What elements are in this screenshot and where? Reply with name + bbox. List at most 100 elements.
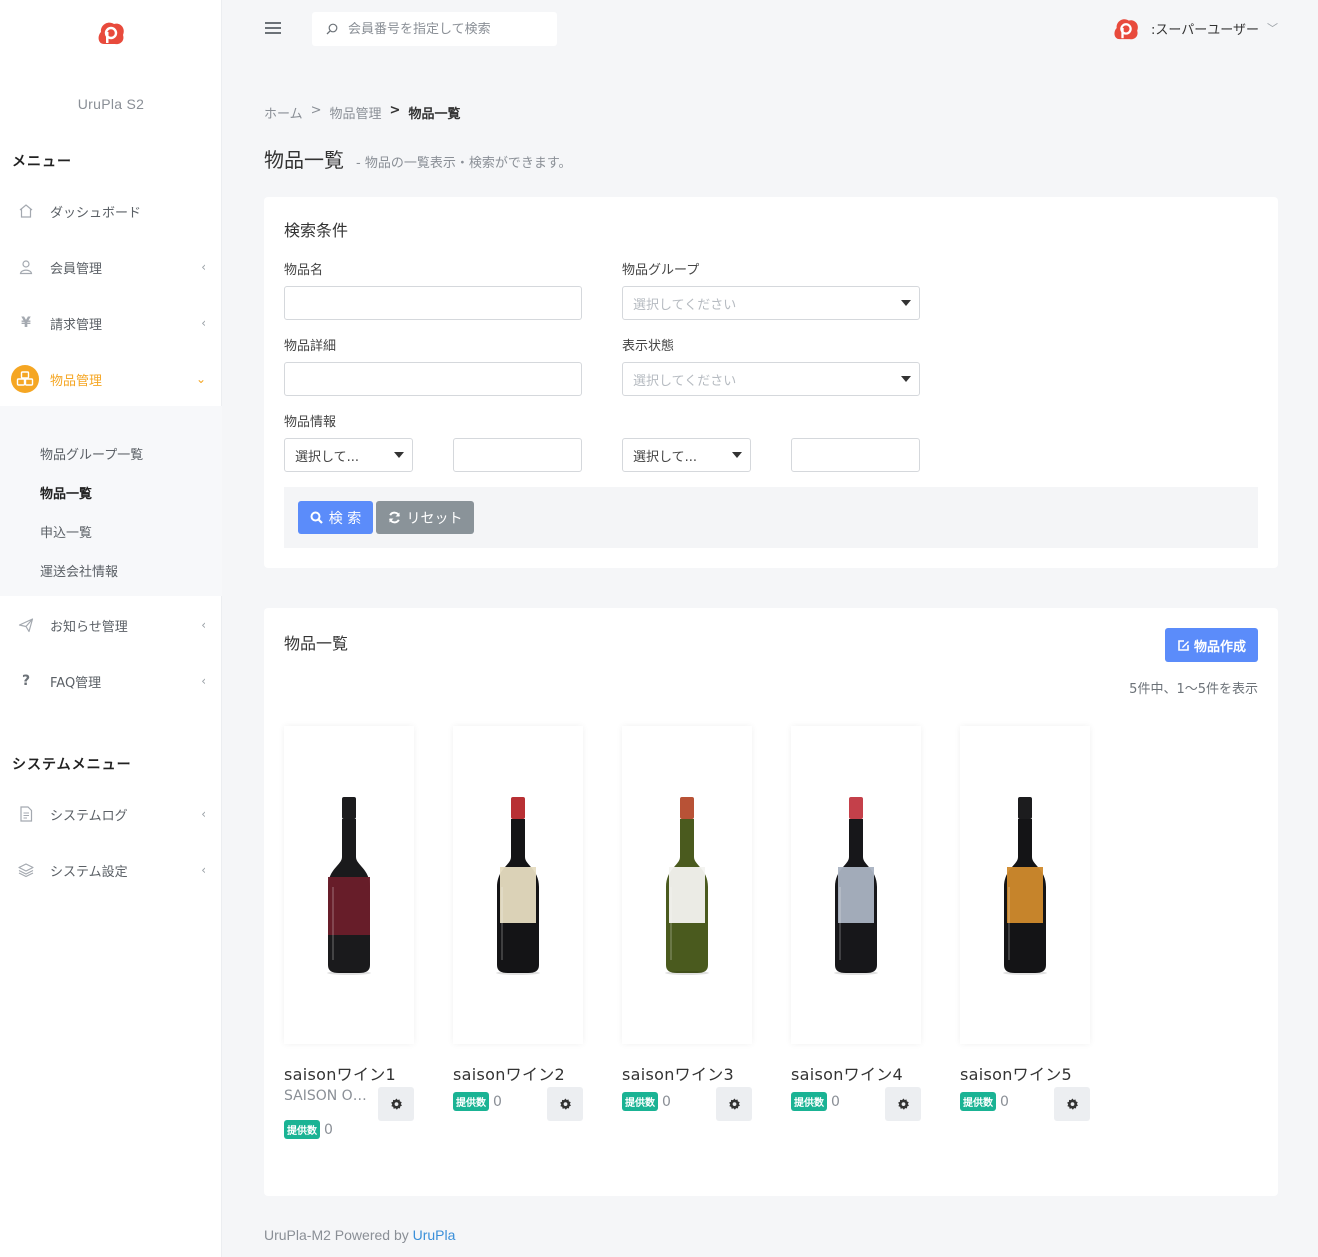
submenu-item-goods-list[interactable]: 物品一覧 [40,483,92,502]
sidebar-item-faq[interactable]: ? FAQ管理 ‹ [0,655,222,707]
display-status-select[interactable]: 選択してください [622,362,920,396]
sidebar-item-dashboard[interactable]: ダッシュボード [0,185,222,237]
edit-icon [1178,639,1189,651]
sidebar-item-members[interactable]: 会員管理 ‹ [0,241,222,293]
yen-icon: ¥ [21,315,31,331]
result-count: 5件中、1〜5件を表示 [1129,682,1258,697]
dropdown-arrow-icon [901,300,911,306]
product-name[interactable]: saisonワイン4 [791,1061,903,1085]
create-goods-button[interactable]: 物品作成 [1165,628,1258,662]
select-placeholder: 選択してください [633,297,737,313]
submenu-item-applications[interactable]: 申込一覧 [40,522,92,541]
sidebar-item-system-log[interactable]: システムログ ‹ [0,788,222,840]
member-search [312,12,557,46]
goods-name-label: 物品名 [284,263,324,278]
goods-detail-input[interactable] [284,362,582,396]
offer-count: 提供数 0 [622,1092,671,1111]
sidebar-item-label: システム設定 [50,864,128,880]
product-settings-button[interactable] [716,1087,752,1121]
breadcrumb-goods[interactable]: 物品管理 [330,103,382,122]
goods-info-input-2[interactable] [791,438,920,472]
system-menu-heading: システムメニュー [12,757,132,773]
user-name: :スーパーユーザー [1151,22,1259,38]
sidebar-item-notices[interactable]: お知らせ管理 ‹ [0,599,222,651]
goods-info-select-2[interactable]: 選択して... [622,438,751,472]
sidebar-item-goods[interactable]: 物品管理 ⌄ [0,353,222,405]
display-status-label: 表示状態 [622,339,675,354]
sidebar-item-label: 会員管理 [50,261,103,277]
goods-info-select-1[interactable]: 選択して... [284,438,413,472]
offer-count: 提供数 0 [284,1120,333,1139]
chevron-left-icon: ‹ [201,807,206,821]
product-name[interactable]: saisonワイン2 [453,1061,565,1085]
product-name[interactable]: saisonワイン3 [622,1061,734,1085]
user-menu[interactable]: :スーパーユーザー ﹀ [1111,15,1278,41]
goods-group-select[interactable]: 選択してください [622,286,920,320]
submenu-item-carriers[interactable]: 運送会社情報 [40,561,118,580]
page-header: 物品一覧 - 物品の一覧表示・検索ができます。 [264,144,572,173]
reset-button[interactable]: リセット [376,501,474,534]
breadcrumb-current: 物品一覧 [408,107,461,122]
product-name[interactable]: saisonワイン5 [960,1061,1072,1085]
product-card: saisonワイン5 提供数 0 [960,726,1090,1121]
sidebar-item-label: お知らせ管理 [50,619,128,635]
product-settings-button[interactable] [547,1087,583,1121]
search-icon [326,23,338,35]
user-icon [17,258,35,276]
goods-name-input[interactable] [284,286,582,320]
menu-heading: メニュー [12,154,72,170]
product-settings-button[interactable] [885,1087,921,1121]
hamburger-menu-icon[interactable] [265,22,281,34]
product-settings-button[interactable] [378,1087,414,1121]
offer-badge: 提供数 [960,1092,996,1111]
wine-bottle-image [327,797,371,975]
submenu-item-goods-groups[interactable]: 物品グループ一覧 [40,444,143,463]
product-image[interactable] [960,726,1090,1044]
product-image[interactable] [453,726,583,1044]
select-value: 選択して... [633,449,698,465]
product-subtitle: SAISON Official [284,1088,380,1104]
product-name[interactable]: saisonワイン1 [284,1061,396,1085]
footer-link[interactable]: UruPla [413,1227,456,1243]
gear-icon [559,1097,571,1110]
offer-badge: 提供数 [622,1092,658,1111]
product-settings-button[interactable] [1054,1087,1090,1121]
goods-info-input-1[interactable] [453,438,582,472]
member-search-input[interactable] [348,21,548,37]
search-button[interactable]: 検 索 [298,501,373,534]
home-icon [17,202,35,220]
wine-bottle-image [834,797,878,975]
wine-bottle-image [665,797,709,975]
chevron-left-icon: ‹ [201,674,206,688]
goods-detail-label: 物品詳細 [284,339,337,354]
offer-count: 提供数 0 [791,1092,840,1111]
chevron-left-icon: ‹ [201,260,206,274]
refresh-icon [388,511,400,524]
sidebar: UruPla S2 メニュー ダッシュボード 会員管理 ‹ ¥ 請求管理 ‹ 物… [0,0,222,1257]
reset-button-label: リセット [406,510,463,527]
offer-value: 0 [493,1093,502,1110]
sidebar-item-label: FAQ管理 [50,675,102,691]
chevron-left-icon: ‹ [201,316,206,330]
product-image[interactable] [622,726,752,1044]
offer-value: 0 [831,1093,840,1110]
sidebar-item-system-settings[interactable]: システム設定 ‹ [0,844,222,896]
urupla-logo-icon[interactable] [96,18,126,46]
goods-info-label: 物品情報 [284,415,337,430]
select-placeholder: 選択してください [633,373,737,389]
breadcrumb-home[interactable]: ホーム [264,103,303,122]
offer-badge: 提供数 [791,1092,827,1111]
product-card: saisonワイン1 SAISON Official 提供数 0 [284,726,414,1139]
product-card: saisonワイン3 提供数 0 [622,726,752,1121]
product-image[interactable] [791,726,921,1044]
dropdown-arrow-icon [394,452,404,458]
breadcrumb: ホーム > 物品管理 > 物品一覧 [264,103,460,122]
paper-plane-icon [17,616,35,634]
sidebar-item-billing[interactable]: ¥ 請求管理 ‹ [0,297,222,349]
goods-list-card: 物品一覧 物品作成 5件中、1〜5件を表示 saisonワイン1 SAISON O… [264,608,1278,1196]
breadcrumb-separator: > [389,103,401,118]
product-image[interactable] [284,726,414,1044]
layers-icon [17,861,35,879]
footer-text: UruPla-M2 Powered by [264,1227,413,1243]
create-goods-label: 物品作成 [1193,639,1246,655]
